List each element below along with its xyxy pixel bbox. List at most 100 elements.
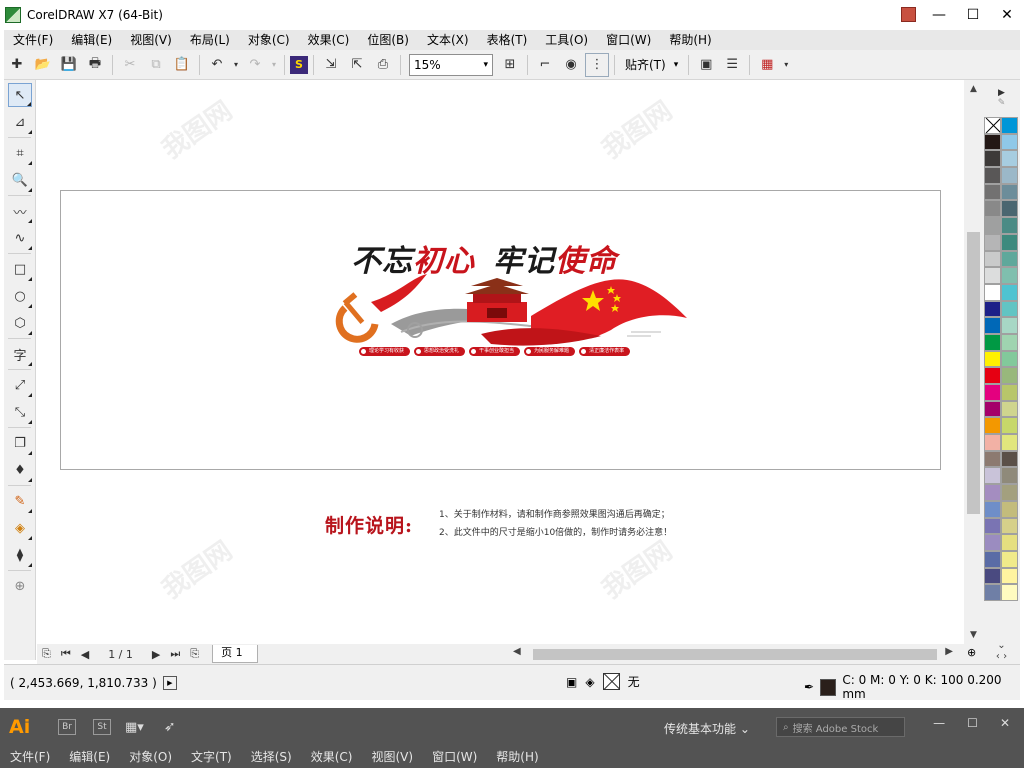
color-swatch[interactable] — [1001, 467, 1018, 485]
color-swatch[interactable] — [984, 167, 1001, 184]
menu-table[interactable]: 表格(T) — [478, 30, 537, 50]
color-swatch[interactable] — [1001, 250, 1018, 268]
color-swatch[interactable] — [984, 300, 1001, 318]
ai-minimize-button[interactable]: — — [933, 716, 945, 730]
color-swatch[interactable] — [1001, 517, 1018, 535]
color-swatch[interactable] — [1001, 333, 1018, 351]
party-banner-artwork[interactable]: 不忘初心 牢记使命 理论学习有收获 思想政治受洗礼 干事创业敢担当 为民服务解难… — [331, 236, 691, 366]
color-swatch[interactable] — [984, 367, 1001, 384]
full-screen-preview-icon[interactable]: ⊞ — [498, 53, 522, 77]
color-swatch[interactable] — [984, 400, 1001, 418]
color-swatch[interactable] — [1001, 117, 1018, 134]
workspace-switcher[interactable]: 传统基本功能 ⌄ — [664, 720, 750, 737]
import-icon[interactable]: ⇲ — [319, 53, 343, 77]
save-icon[interactable]: 💾 — [57, 53, 81, 77]
print-icon[interactable]: 🖶 — [83, 53, 107, 77]
palette-scroll-right-icon[interactable]: › — [1003, 651, 1007, 662]
color-swatch[interactable] — [984, 567, 1001, 585]
color-swatch[interactable] — [984, 434, 1001, 451]
redo-dropdown-icon[interactable]: ▾ — [269, 53, 279, 77]
smart-fill-tool-icon[interactable]: ⧫ — [8, 543, 32, 567]
menu-tools[interactable]: 工具(O) — [536, 30, 597, 50]
zoom-level-select[interactable]: 15% ▾ — [409, 53, 493, 76]
close-button[interactable]: ✕ — [990, 0, 1024, 30]
menu-edit[interactable]: 编辑(E) — [62, 30, 121, 50]
ai-menu-view[interactable]: 视图(V) — [361, 746, 422, 768]
color-swatch[interactable] — [1001, 484, 1018, 501]
show-grid-icon[interactable]: ◉ — [559, 53, 583, 77]
cut-icon[interactable]: ✂ — [118, 53, 142, 77]
menu-help[interactable]: 帮助(H) — [660, 30, 720, 50]
eyedropper-icon[interactable]: ✎ — [998, 98, 1006, 108]
drop-shadow-tool-icon[interactable]: ❐ — [8, 431, 32, 455]
open-folder-icon[interactable]: 📂 — [31, 53, 55, 77]
copy-icon[interactable]: ⧉ — [144, 53, 168, 77]
freehand-tool-icon[interactable]: 〰 — [8, 199, 32, 223]
color-swatch[interactable] — [984, 233, 1001, 251]
color-swatch[interactable] — [1001, 317, 1018, 334]
document-color-settings-icon[interactable]: ▣ — [566, 675, 577, 689]
color-swatch[interactable] — [1001, 233, 1018, 251]
menu-effects[interactable]: 效果(C) — [299, 30, 359, 50]
application-launcher-icon[interactable]: ▦ — [755, 53, 779, 77]
stock-button[interactable]: St — [93, 719, 111, 735]
ai-menu-edit[interactable]: 编辑(E) — [59, 746, 119, 768]
color-swatch[interactable] — [984, 517, 1001, 535]
color-swatch[interactable] — [984, 534, 1001, 551]
color-swatch[interactable] — [1001, 417, 1018, 435]
color-swatch[interactable] — [1001, 167, 1018, 184]
undo-dropdown-icon[interactable]: ▾ — [231, 53, 241, 77]
color-swatch[interactable] — [1001, 267, 1018, 284]
color-swatch[interactable] — [1001, 584, 1018, 601]
interactive-fill-tool-icon[interactable]: ◈ — [8, 516, 32, 540]
production-notes[interactable]: 制作说明: 1、关于制作材料，请和制作商参照效果图沟通后再确定； 2、此文件中的… — [325, 503, 725, 553]
add-page-before-icon[interactable]: ⎘ — [42, 647, 51, 661]
color-swatch[interactable] — [1001, 500, 1018, 518]
parallel-dimension-tool-icon[interactable]: ⤢ — [8, 373, 32, 397]
palette-scroll-left-icon[interactable]: ‹ — [996, 651, 1000, 662]
play-icon[interactable]: ▶ — [162, 675, 177, 690]
maximize-button[interactable]: ☐ — [956, 0, 990, 30]
color-swatch[interactable] — [1001, 550, 1018, 568]
color-swatch[interactable] — [1001, 150, 1018, 168]
welcome-screen-icon[interactable]: ▣ — [694, 53, 718, 77]
next-page-icon[interactable]: ▶ — [152, 648, 160, 661]
ai-menu-object[interactable]: 对象(O) — [119, 746, 181, 768]
color-swatch[interactable] — [984, 267, 1001, 284]
color-swatch[interactable] — [1001, 567, 1018, 585]
connector-tool-icon[interactable]: ⤡ — [8, 400, 32, 424]
ai-menu-help[interactable]: 帮助(H) — [486, 746, 547, 768]
transparency-tool-icon[interactable]: ♦ — [8, 458, 32, 482]
color-swatch[interactable] — [984, 183, 1001, 201]
ai-menu-select[interactable]: 选择(S) — [241, 746, 301, 768]
scroll-right-icon[interactable]: ▶ — [945, 646, 953, 657]
color-swatch[interactable] — [1001, 200, 1018, 218]
color-swatch[interactable] — [1001, 534, 1018, 551]
color-swatch[interactable] — [1001, 283, 1018, 301]
ai-close-button[interactable]: ✕ — [1000, 716, 1010, 730]
page-tab[interactable]: 页 1 — [212, 645, 258, 663]
show-rulers-icon[interactable]: ⌐ — [533, 53, 557, 77]
polygon-tool-icon[interactable]: ⬡ — [8, 311, 32, 335]
color-swatch[interactable] — [984, 250, 1001, 268]
color-swatch[interactable] — [984, 500, 1001, 518]
color-swatch[interactable] — [984, 283, 1001, 301]
color-swatch[interactable] — [984, 450, 1001, 468]
first-page-icon[interactable]: ⏮ — [61, 647, 71, 661]
gpu-performance-icon[interactable]: ➶ — [164, 719, 176, 735]
menu-text[interactable]: 文本(X) — [418, 30, 478, 50]
horizontal-scrollbar[interactable]: ◀ ▶ — [509, 646, 953, 662]
color-swatch[interactable] — [984, 350, 1001, 368]
menu-layout[interactable]: 布局(L) — [181, 30, 239, 50]
export-icon[interactable]: ⇱ — [345, 53, 369, 77]
vertical-scrollbar[interactable]: ▲ ▼ — [964, 80, 983, 644]
text-tool-icon[interactable]: 字 — [8, 342, 32, 366]
options-icon[interactable]: ☰ — [720, 53, 744, 77]
zoom-navigator-icon[interactable]: ⊕ — [967, 646, 976, 659]
document-page[interactable]: 不忘初心 牢记使命 理论学习有收获 思想政治受洗礼 干事创业敢担当 为民服务解难… — [60, 190, 941, 470]
quick-customize-icon[interactable]: ⊕ — [8, 574, 32, 598]
color-swatch[interactable] — [984, 584, 1001, 601]
arrange-documents-icon[interactable]: ▦▾ — [125, 720, 144, 735]
color-eyedropper-tool-icon[interactable]: ✎ — [8, 489, 32, 513]
last-page-icon[interactable]: ⏭ — [170, 647, 180, 661]
